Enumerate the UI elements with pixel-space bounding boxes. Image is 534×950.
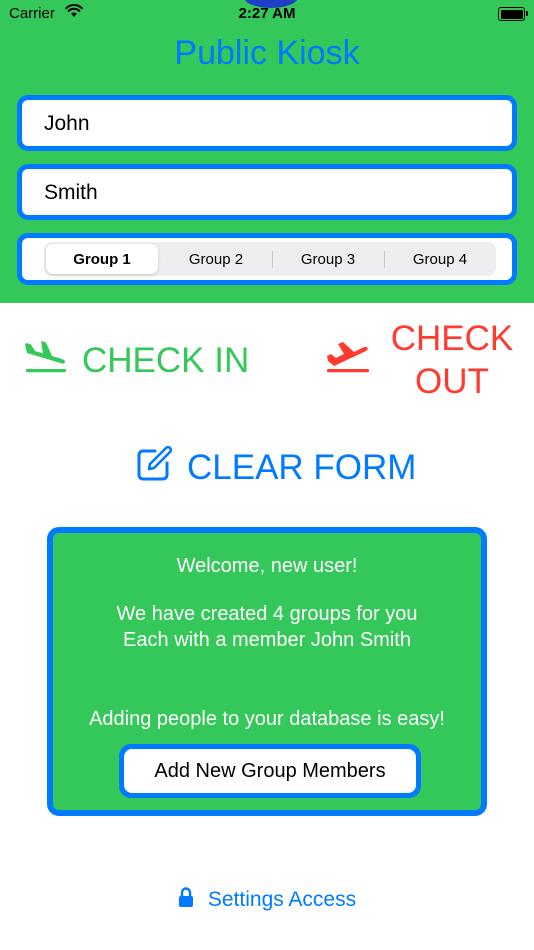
settings-access-label: Settings Access [207, 888, 357, 911]
clear-form-button[interactable]: CLEAR FORM [135, 445, 416, 491]
segment-group-2[interactable]: Group 2 [160, 242, 272, 276]
page-title: Public Kiosk [174, 34, 360, 72]
battery-icon [498, 7, 528, 21]
check-out-label-line2: OUT [415, 362, 489, 401]
add-group-members-button[interactable]: Add New Group Members [119, 744, 421, 798]
first-name-field-frame [17, 95, 517, 151]
welcome-line-member: Each with a member John Smith [123, 629, 411, 651]
segment-group-3[interactable]: Group 3 [272, 242, 384, 276]
welcome-card: Welcome, new user! We have created 4 gro… [47, 527, 487, 816]
status-bar: Carrier 2:27 AM [0, 0, 534, 28]
check-in-label: CHECK IN [82, 341, 250, 380]
check-out-button[interactable]: CHECK OUT [325, 318, 517, 402]
lock-icon [178, 886, 208, 914]
square-pencil-icon [135, 445, 187, 492]
first-name-field[interactable] [42, 100, 502, 148]
last-name-field-frame [17, 164, 517, 220]
check-in-button[interactable]: CHECK IN [22, 335, 249, 387]
settings-access-link[interactable]: Settings Access [0, 886, 534, 914]
check-out-label: CHECK OUT [387, 317, 517, 403]
airplane-arrival-icon [22, 339, 82, 384]
last-name-field[interactable] [42, 169, 502, 217]
check-out-label-line1: CHECK [390, 319, 514, 358]
group-segmented-control: Group 1 Group 2 Group 3 Group 4 [44, 242, 496, 276]
add-group-members-label: Add New Group Members [124, 749, 416, 793]
group-selector-frame: Group 1 Group 2 Group 3 Group 4 [17, 233, 517, 285]
segment-group-4[interactable]: Group 4 [384, 242, 496, 276]
airplane-departure-icon [325, 338, 387, 383]
status-time: 2:27 AM [238, 5, 296, 22]
welcome-line-groups: We have created 4 groups for you [116, 603, 418, 625]
segment-group-1[interactable]: Group 1 [46, 244, 158, 274]
header-panel: Carrier 2:27 AM Public Kiosk Group 1 Gro… [0, 0, 534, 303]
welcome-greeting: Welcome, new user! [176, 555, 358, 577]
clear-form-label: CLEAR FORM [187, 448, 417, 487]
welcome-line-easy: Adding people to your database is easy! [89, 708, 445, 730]
